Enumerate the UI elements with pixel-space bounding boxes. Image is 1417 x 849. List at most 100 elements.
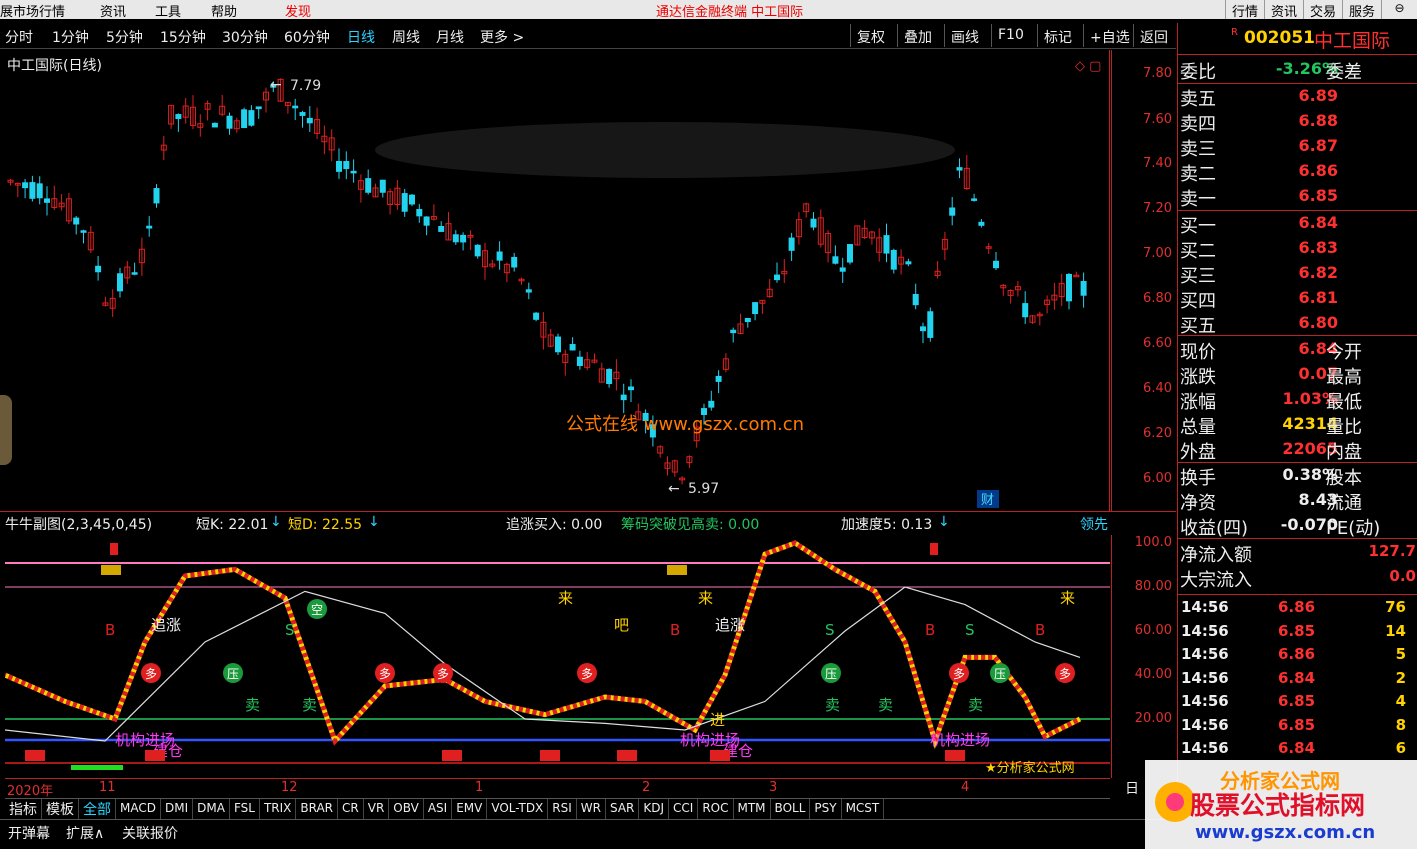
bid-value: 6.80 [1298, 313, 1338, 332]
indicator-tab[interactable]: BRAR [296, 799, 339, 819]
indicator-chart[interactable]: ★分析家公式网 B S B S B S B 追涨 追涨来来来吧卖卖卖卖卖机构进场 机构进场 机构进场… [3, 535, 1110, 778]
indicator-tab[interactable]: VOL-TDX [487, 799, 549, 819]
ask-value: 6.86 [1298, 161, 1338, 180]
menu-news[interactable]: 资讯 [100, 1, 126, 20]
gold-signal-block [101, 565, 121, 575]
finance-badge-label: 财 [981, 493, 994, 508]
indicator-tab[interactable]: DMA [193, 799, 230, 819]
signal-label: 卖 [878, 696, 893, 714]
indicator-tab[interactable]: 模板 [42, 799, 79, 819]
arrow-down-icon: ↓ [270, 514, 282, 530]
indicator-name[interactable]: 牛牛副图(2,3,45,0,45) [5, 514, 152, 534]
ask-row[interactable]: 卖五 6.89 [1178, 85, 1417, 110]
ask-row[interactable]: 卖二 6.86 [1178, 160, 1417, 185]
tab-quote[interactable]: 行情 [1224, 0, 1264, 20]
period-more[interactable]: 更多 > [480, 27, 524, 47]
ask-row[interactable]: 卖四 6.88 [1178, 110, 1417, 135]
signal-label: 进 [710, 711, 725, 729]
stat-row[interactable]: 现价 6.84 今开 [1178, 338, 1417, 363]
indicator-tab[interactable]: BOLL [771, 799, 811, 819]
ask-row[interactable]: 卖三 6.87 [1178, 135, 1417, 160]
bid-row[interactable]: 买一 6.84 [1178, 212, 1417, 237]
indicator-tab[interactable]: KDJ [639, 799, 670, 819]
indicator-tab[interactable]: ASI [424, 799, 453, 819]
divider [1178, 538, 1417, 539]
period-weekly[interactable]: 周线 [392, 27, 420, 47]
price-tick: 7.80 [1143, 66, 1172, 81]
period-5m[interactable]: 5分钟 [106, 27, 143, 47]
indicator-tab[interactable]: ROC [698, 799, 734, 819]
high-price-label: ← [270, 77, 282, 93]
tab-trade[interactable]: 交易 [1302, 0, 1342, 20]
indicator-tab[interactable]: CR [338, 799, 364, 819]
stat-row[interactable]: 涨跌 0.07 最高 [1178, 363, 1417, 388]
indicator-tab[interactable]: CCI [669, 799, 699, 819]
price-tick: 7.60 [1143, 112, 1172, 127]
candlestick-chart[interactable]: ← 7.79 ← 5.97 公式在线 www.gszx.com.cn 财 ◇ ▢ [5, 50, 1110, 511]
tick-volume: 5 [1395, 645, 1406, 663]
indicator-tab[interactable]: FSL [230, 799, 260, 819]
indicator-tab[interactable]: MCST [842, 799, 885, 819]
stat-label: 外盘 [1180, 442, 1216, 463]
indicator-tab[interactable]: WR [577, 799, 606, 819]
f10-button[interactable]: F10 [991, 24, 1030, 47]
period-30m[interactable]: 30分钟 [222, 27, 268, 47]
indicator-tab[interactable]: 全部 [79, 799, 116, 819]
stat-row[interactable]: 涨幅 1.03% 最低 [1178, 388, 1417, 413]
bid-row[interactable]: 买二 6.83 [1178, 237, 1417, 262]
draw-button[interactable]: 画线 [944, 24, 985, 47]
bid-row[interactable]: 买五 6.80 [1178, 312, 1417, 337]
stat2-row[interactable]: 净资 8.43 流通 [1178, 489, 1417, 514]
indicator-tab[interactable]: MACD [116, 799, 161, 819]
indicator-tab[interactable]: 指标 [5, 799, 42, 819]
left-collapse-handle[interactable] [0, 395, 12, 465]
indicator-tab[interactable]: EMV [452, 799, 488, 819]
bid-row[interactable]: 买四 6.81 [1178, 287, 1417, 312]
tick-volume: 6 [1395, 739, 1406, 757]
add-favorite-button[interactable]: +自选 [1083, 24, 1136, 47]
expand-button[interactable]: 扩展∧ [66, 823, 104, 843]
menu-help[interactable]: 帮助 [211, 1, 237, 20]
indicator-tab[interactable]: MTM [734, 799, 771, 819]
stat-row[interactable]: 外盘 22065 内盘 [1178, 438, 1417, 463]
back-button[interactable]: 返回 [1133, 24, 1174, 47]
stat-row[interactable]: 总量 42314 量比 [1178, 413, 1417, 438]
indicator-tab[interactable]: RSI [548, 799, 577, 819]
lead-label[interactable]: 领先 [1080, 514, 1108, 534]
period-daily[interactable]: 日线 [347, 27, 375, 47]
period-15m[interactable]: 15分钟 [160, 27, 206, 47]
barrage-toggle[interactable]: 开弹幕 [8, 823, 50, 843]
indicator-tab[interactable]: PSY [810, 799, 842, 819]
commission-row: 委比 -3.26% 委差 [1178, 58, 1417, 83]
indicator-tabs: 指标 模板 全部 MACD DMI DMA FSL TRIX BRAR CR VR OBV ASI EMV… [5, 798, 1110, 819]
menu-discover[interactable]: 发现 [285, 1, 311, 20]
linked-quote-button[interactable]: 关联报价 [122, 823, 178, 843]
signal-label: S [965, 621, 975, 639]
menu-tools[interactable]: 工具 [155, 1, 181, 20]
indicator-tab[interactable]: OBV [389, 799, 424, 819]
bid-row[interactable]: 买三 6.82 [1178, 262, 1417, 287]
indicator-tab[interactable]: VR [364, 799, 390, 819]
period-1m[interactable]: 1分钟 [52, 27, 89, 47]
indicator-tab[interactable]: TRIX [260, 799, 297, 819]
stat2-row[interactable]: 收益(四) -0.070 PE(动) [1178, 514, 1417, 539]
period-monthly[interactable]: 月线 [436, 27, 464, 47]
indicator-tab[interactable]: SAR [606, 799, 640, 819]
mark-button[interactable]: 标记 [1037, 24, 1078, 47]
overlay-button[interactable]: 叠加 [897, 24, 938, 47]
stat2-row[interactable]: 换手 0.38% 股本 [1178, 464, 1417, 489]
signal-label: 卖 [245, 696, 260, 714]
adjust-button[interactable]: 复权 [850, 24, 891, 47]
chart-options-icon[interactable]: ◇ ▢ [1075, 59, 1101, 74]
collapse-icon[interactable]: ⊖ [1381, 0, 1417, 19]
bid-label: 买二 [1180, 241, 1216, 262]
indicator-tab[interactable]: DMI [161, 799, 194, 819]
period-intraday[interactable]: 分时 [5, 27, 33, 47]
signal-block [25, 750, 45, 761]
date-right-label: 日 [1125, 781, 1139, 797]
tab-service[interactable]: 服务 [1341, 0, 1381, 20]
ask-row[interactable]: 卖一 6.85 [1178, 185, 1417, 210]
period-60m[interactable]: 60分钟 [284, 27, 330, 47]
menu-market[interactable]: 展市场行情 [0, 1, 65, 20]
tab-news[interactable]: 资讯 [1263, 0, 1303, 20]
